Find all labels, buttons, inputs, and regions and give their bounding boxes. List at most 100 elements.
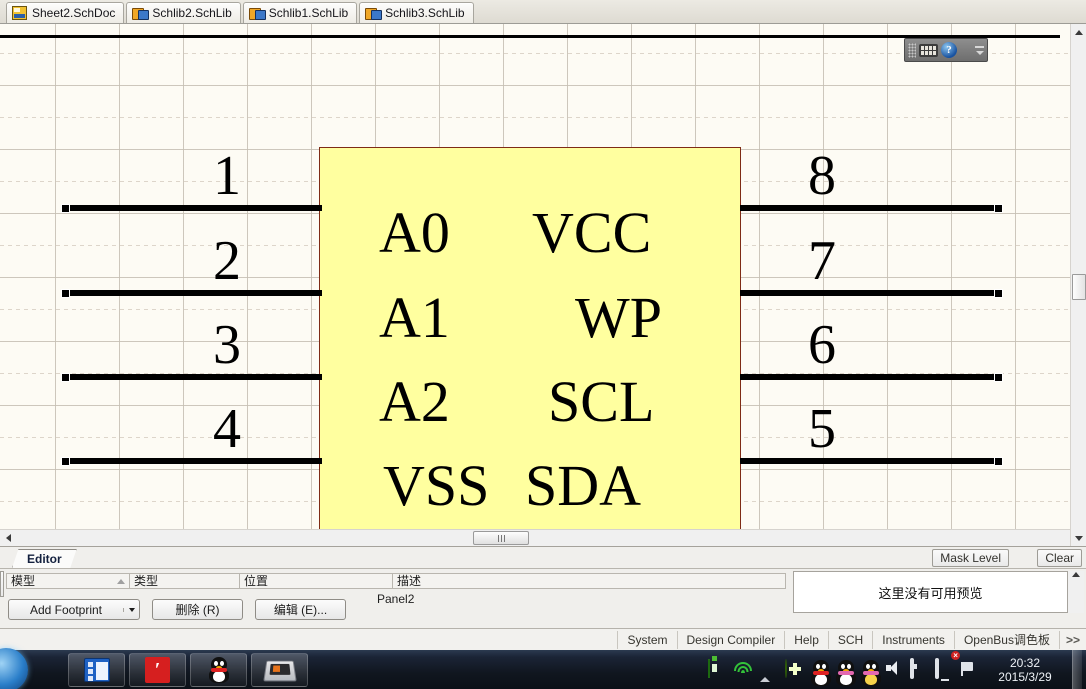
taskbar-app-qq[interactable] <box>190 652 247 687</box>
system-tray: × 20:32 2015/3/29 <box>708 650 1086 689</box>
pin-number-5: 5 <box>808 398 836 460</box>
document-tab-label: Sheet2.SchDoc <box>32 6 116 20</box>
add-footprint-button[interactable]: Add Footprint <box>8 599 140 620</box>
chevron-down-icon[interactable] <box>123 607 139 612</box>
vertical-scroll-thumb[interactable] <box>1072 274 1086 300</box>
pin-endpoint-5[interactable] <box>994 457 1003 466</box>
pin-line-2[interactable] <box>64 290 322 296</box>
tab-editor[interactable]: Editor <box>12 549 77 568</box>
preview-scrollbar[interactable] <box>1068 571 1084 613</box>
adobe-acrobat-icon: ′ <box>145 656 170 683</box>
pin-line-1[interactable] <box>64 205 322 211</box>
start-orb-icon[interactable] <box>0 648 28 689</box>
chevron-up-icon <box>1075 29 1083 35</box>
pin-number-8: 8 <box>808 145 836 207</box>
minimize-icon <box>975 45 984 48</box>
security-shield-icon[interactable] <box>785 658 803 680</box>
canvas-top-wire <box>0 35 1060 38</box>
canvas-vertical-scrollbar[interactable] <box>1070 24 1086 546</box>
chevron-down-icon <box>975 50 984 55</box>
document-tab-schlib1[interactable]: Schlib1.SchLib <box>242 2 358 23</box>
pin-line-6[interactable] <box>740 374 998 380</box>
schematic-library-icon <box>132 6 150 20</box>
status-item-design-compiler[interactable]: Design Compiler <box>676 630 785 649</box>
pin-number-7: 7 <box>808 230 836 292</box>
ime-language-bar[interactable]: ? <box>904 38 988 62</box>
pin-endpoint-6[interactable] <box>994 373 1003 382</box>
schematic-library-icon <box>248 6 266 20</box>
help-icon[interactable]: ? <box>941 42 957 58</box>
pin-number-1: 1 <box>213 145 241 207</box>
status-bar: System Design Compiler Help SCH Instrume… <box>0 628 1086 650</box>
column-header-model[interactable]: 模型 <box>7 574 130 588</box>
scroll-down-button[interactable] <box>1071 530 1086 546</box>
document-tab-bar: Sheet2.SchDoc Schlib2.SchLib Schlib1.Sch… <box>0 0 1086 24</box>
taskbar-app-media-player[interactable] <box>68 652 125 687</box>
preview-pane: 这里没有可用预览 <box>793 571 1068 613</box>
panel-left-stub <box>0 571 4 597</box>
taskbar-clock[interactable]: 20:32 2015/3/29 <box>985 656 1063 684</box>
qq-icon-2[interactable] <box>835 659 856 686</box>
pin-endpoint-7[interactable] <box>994 289 1003 298</box>
sort-ascending-icon <box>117 578 125 584</box>
windows-taskbar: ′ × 20:32 2015/3/29 <box>0 648 1086 689</box>
edit-button[interactable]: 编辑 (E)... <box>255 599 346 620</box>
pin-label-a1: A1 <box>379 285 450 350</box>
taskbar-app-ebook[interactable] <box>251 652 308 687</box>
canvas-horizontal-scrollbar[interactable] <box>0 529 1070 546</box>
status-item-system[interactable]: System <box>617 630 676 649</box>
qq-group-icon[interactable] <box>860 659 881 686</box>
status-item-help[interactable]: Help <box>784 630 828 649</box>
document-tab-schlib3[interactable]: Schlib3.SchLib <box>359 2 474 23</box>
pin-endpoint-2[interactable] <box>61 289 70 298</box>
column-header-type[interactable]: 类型 <box>130 574 240 588</box>
wifi-signal-icon[interactable] <box>733 661 753 678</box>
pin-line-7[interactable] <box>740 290 998 296</box>
chevron-up-icon[interactable] <box>1072 572 1080 577</box>
mask-level-button[interactable]: Mask Level <box>932 549 1009 567</box>
network-monitor-icon[interactable] <box>935 657 953 680</box>
ime-minimize-group[interactable] <box>975 45 984 55</box>
grip-dots-icon[interactable] <box>908 42 916 58</box>
pin-endpoint-4[interactable] <box>61 457 70 466</box>
column-header-location[interactable]: 位置 <box>240 574 393 588</box>
status-item-openbus-palette[interactable]: OpenBus调色板 <box>953 630 1059 649</box>
document-tab-sheet2[interactable]: Sheet2.SchDoc <box>6 2 125 23</box>
pin-endpoint-8[interactable] <box>994 204 1003 213</box>
status-item-instruments[interactable]: Instruments <box>872 630 954 649</box>
volume-speaker-icon[interactable] <box>885 660 903 680</box>
schematic-sheet-icon <box>12 6 27 20</box>
pin-line-3[interactable] <box>64 374 322 380</box>
pin-number-4: 4 <box>213 398 241 460</box>
taskbar-app-acrobat[interactable]: ′ <box>129 652 186 687</box>
column-header-description[interactable]: 描述 <box>393 574 784 588</box>
document-tab-schlib2[interactable]: Schlib2.SchLib <box>126 2 241 23</box>
clock-date: 2015/3/29 <box>998 669 1052 684</box>
chevron-left-icon <box>5 534 11 542</box>
pin-endpoint-3[interactable] <box>61 373 70 382</box>
scroll-left-button[interactable] <box>0 530 16 546</box>
action-center-flag-icon[interactable]: × <box>951 650 978 680</box>
qq-icon[interactable] <box>810 659 831 686</box>
pin-label-sda: SDA <box>525 453 642 518</box>
pin-label-a0: A0 <box>379 200 450 265</box>
show-hidden-icons-arrow[interactable] <box>760 659 778 682</box>
pin-endpoint-1[interactable] <box>61 204 70 213</box>
clear-button[interactable]: Clear <box>1037 549 1082 567</box>
status-item-sch[interactable]: SCH <box>827 630 872 649</box>
delete-button[interactable]: 删除 (R) <box>152 599 243 620</box>
pin-line-8[interactable] <box>740 205 998 211</box>
usb-device-icon[interactable] <box>708 658 726 680</box>
status-more-button[interactable]: >> <box>1058 630 1086 649</box>
pin-line-4[interactable] <box>64 458 322 464</box>
document-tab-label: Schlib2.SchLib <box>152 6 232 20</box>
power-plug-icon[interactable] <box>910 657 928 680</box>
clock-time: 20:32 <box>1009 655 1041 670</box>
scroll-up-button[interactable] <box>1071 24 1086 40</box>
keyboard-icon[interactable] <box>919 43 938 57</box>
pin-line-5[interactable] <box>740 458 998 464</box>
show-desktop-button[interactable] <box>1072 650 1082 689</box>
horizontal-scroll-thumb[interactable] <box>473 531 529 545</box>
schematic-library-canvas[interactable]: A0 A1 A2 VSS VCC WP SCL SDA 1 2 3 4 8 7 … <box>0 24 1086 546</box>
pin-label-a2: A2 <box>379 369 450 434</box>
